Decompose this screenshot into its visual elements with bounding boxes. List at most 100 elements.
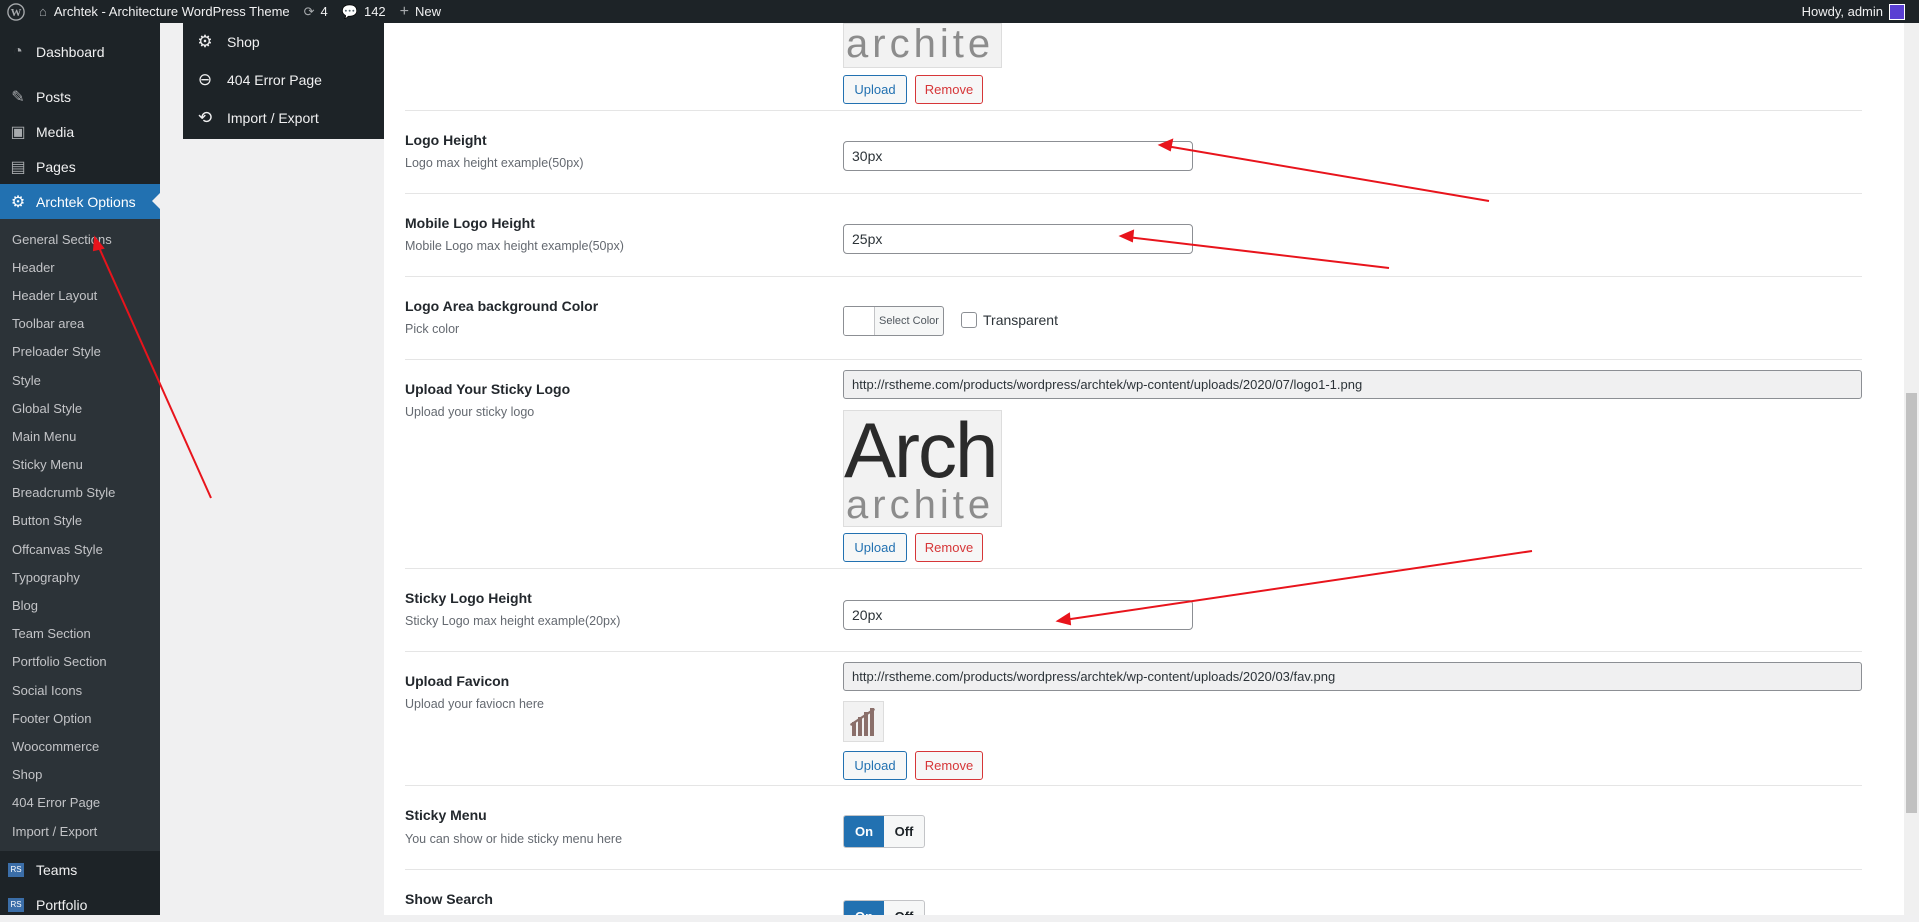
toggle-on[interactable]: On: [844, 816, 884, 847]
avatar: [1889, 3, 1905, 20]
section-nav-404-error-page[interactable]: ⊖ 404 Error Page: [183, 61, 384, 99]
gear-icon: ⚙: [10, 193, 26, 211]
select-color-label: Select Color: [879, 315, 939, 327]
section-nav-label: Shop: [227, 34, 260, 50]
my-account-link[interactable]: Howdy, admin: [1802, 3, 1919, 20]
field-title: Show Search: [405, 891, 493, 907]
submenu-item-blog[interactable]: Blog: [0, 591, 160, 619]
site-name-link[interactable]: ⌂ Archtek - Architecture WordPress Theme: [32, 0, 297, 23]
toggle-off[interactable]: Off: [884, 816, 924, 847]
wordpress-logo-icon[interactable]: W: [0, 0, 32, 23]
submenu-item-team-section[interactable]: Team Section: [0, 620, 160, 648]
comments-count: 142: [363, 4, 386, 19]
field-title: Upload Your Sticky Logo: [405, 381, 571, 397]
comments-link[interactable]: 💬 142: [335, 0, 393, 23]
upload-button[interactable]: Upload: [843, 75, 907, 104]
field-logo-area-bg-color: Logo Area background Color Pick color Se…: [405, 277, 1862, 360]
sidebar-item-posts[interactable]: ✎ Posts: [0, 79, 160, 114]
submenu-item-sticky-menu[interactable]: Sticky Menu: [0, 451, 160, 479]
building-icon: [850, 708, 875, 736]
section-nav-shop[interactable]: ⚙ Shop: [183, 23, 384, 61]
logo-height-input[interactable]: 30px: [843, 141, 1193, 171]
submenu-item-preloader-style[interactable]: Preloader Style: [0, 338, 160, 366]
comment-icon: 💬: [341, 3, 358, 19]
sticky-logo-height-input[interactable]: 20px: [843, 600, 1193, 630]
updates-count: 4: [320, 4, 328, 19]
upload-button[interactable]: Upload: [843, 533, 907, 562]
sidebar-item-label: Pages: [36, 158, 76, 175]
submenu-item-footer-option[interactable]: Footer Option: [0, 704, 160, 732]
submenu-item-404-error-page[interactable]: 404 Error Page: [0, 789, 160, 817]
toggle-off[interactable]: Off: [884, 901, 924, 915]
gear-icon: ⚙: [197, 32, 213, 51]
sidebar-item-label: Archtek Options: [36, 193, 136, 210]
submenu-item-header-layout[interactable]: Header Layout: [0, 281, 160, 309]
submenu-item-global-style[interactable]: Global Style: [0, 394, 160, 422]
transparent-checkbox[interactable]: Transparent: [961, 312, 1058, 328]
field-mobile-logo-height: Mobile Logo Height Mobile Logo max heigh…: [405, 194, 1862, 277]
sidebar-item-archtek-options[interactable]: ⚙ Archtek Options: [0, 184, 160, 219]
submenu-item-woocommerce[interactable]: Woocommerce: [0, 732, 160, 760]
sticky-logo-url-input[interactable]: http://rstheme.com/products/wordpress/ar…: [843, 370, 1862, 399]
updates-link[interactable]: ⟳ 4: [297, 0, 335, 23]
field-description: Sticky Logo max height example(20px): [405, 614, 621, 628]
favicon-url-input[interactable]: http://rstheme.com/products/wordpress/ar…: [843, 662, 1862, 691]
sidebar-item-teams[interactable]: RS Teams: [0, 852, 160, 887]
toggle-on[interactable]: On: [844, 901, 884, 915]
sidebar-item-label: Posts: [36, 88, 72, 105]
home-icon: ⌂: [39, 4, 47, 19]
field-description: You can show or hide sticky menu here: [405, 832, 623, 846]
section-nav-import-export[interactable]: ⟲ Import / Export: [183, 99, 384, 137]
refresh-icon: ⟲: [197, 108, 213, 127]
field-description: Pick color: [405, 322, 460, 336]
admin-sidebar: ◔ Dashboard ✎ Posts ▣ Media ▤ Pages ⚙ Ar…: [0, 23, 160, 915]
logo-preview-text-small: archite: [846, 483, 995, 527]
field-title: Sticky Logo Height: [405, 590, 532, 606]
show-search-toggle[interactable]: On Off: [843, 900, 925, 915]
submenu-item-button-style[interactable]: Button Style: [0, 507, 160, 535]
submenu-item-breadcrumb-style[interactable]: Breadcrumb Style: [0, 479, 160, 507]
sidebar-item-media[interactable]: ▣ Media: [0, 114, 160, 149]
sidebar-item-pages[interactable]: ▤ Pages: [0, 149, 160, 184]
logo-preview-text-large: Arch: [844, 410, 998, 494]
minus-circle-icon: ⊖: [197, 70, 213, 89]
submenu-item-shop[interactable]: Shop: [0, 761, 160, 789]
dashboard-icon: ◔: [13, 42, 23, 60]
field-description: Upload your faviocn here: [405, 697, 544, 711]
scrollbar-thumb[interactable]: [1906, 393, 1917, 813]
field-upload-logo: archite Upload Remove: [405, 23, 1862, 111]
remove-button[interactable]: Remove: [915, 75, 983, 104]
plus-icon: +: [399, 2, 410, 20]
field-title: Mobile Logo Height: [405, 215, 535, 231]
submenu-item-general-sections[interactable]: General Sections: [0, 225, 160, 253]
submenu-item-typography[interactable]: Typography: [0, 563, 160, 591]
field-title: Logo Area background Color: [405, 298, 599, 314]
submenu-item-portfolio-section[interactable]: Portfolio Section: [0, 648, 160, 676]
submenu-item-social-icons[interactable]: Social Icons: [0, 676, 160, 704]
submenu-item-toolbar-area[interactable]: Toolbar area: [0, 310, 160, 338]
remove-button[interactable]: Remove: [915, 751, 983, 780]
submenu-item-main-menu[interactable]: Main Menu: [0, 422, 160, 450]
sidebar-item-label: Teams: [36, 861, 78, 878]
transparent-label: Transparent: [983, 312, 1058, 328]
remove-button[interactable]: Remove: [915, 533, 983, 562]
pages-icon: ▤: [10, 158, 26, 176]
section-nav-label: Import / Export: [227, 110, 319, 126]
sticky-menu-toggle[interactable]: On Off: [843, 815, 925, 848]
select-color-button[interactable]: Select Color: [843, 306, 944, 336]
submenu-item-import-export[interactable]: Import / Export: [0, 817, 160, 845]
field-description: Upload your sticky logo: [405, 405, 535, 419]
color-swatch: [844, 307, 875, 335]
page-scrollbar[interactable]: [1904, 23, 1919, 915]
mobile-logo-height-input[interactable]: 25px: [843, 224, 1193, 254]
submenu-item-header[interactable]: Header: [0, 253, 160, 281]
pin-icon: ✎: [11, 88, 25, 106]
new-content-link[interactable]: + New: [393, 0, 448, 23]
submenu-item-offcanvas-style[interactable]: Offcanvas Style: [0, 535, 160, 563]
new-label: New: [415, 4, 442, 19]
sidebar-item-portfolio[interactable]: RS Portfolio: [0, 887, 160, 922]
upload-button[interactable]: Upload: [843, 751, 907, 780]
checkbox-box[interactable]: [961, 312, 977, 328]
sidebar-item-dashboard[interactable]: ◔ Dashboard: [0, 34, 160, 69]
submenu-item-style[interactable]: Style: [0, 366, 160, 394]
